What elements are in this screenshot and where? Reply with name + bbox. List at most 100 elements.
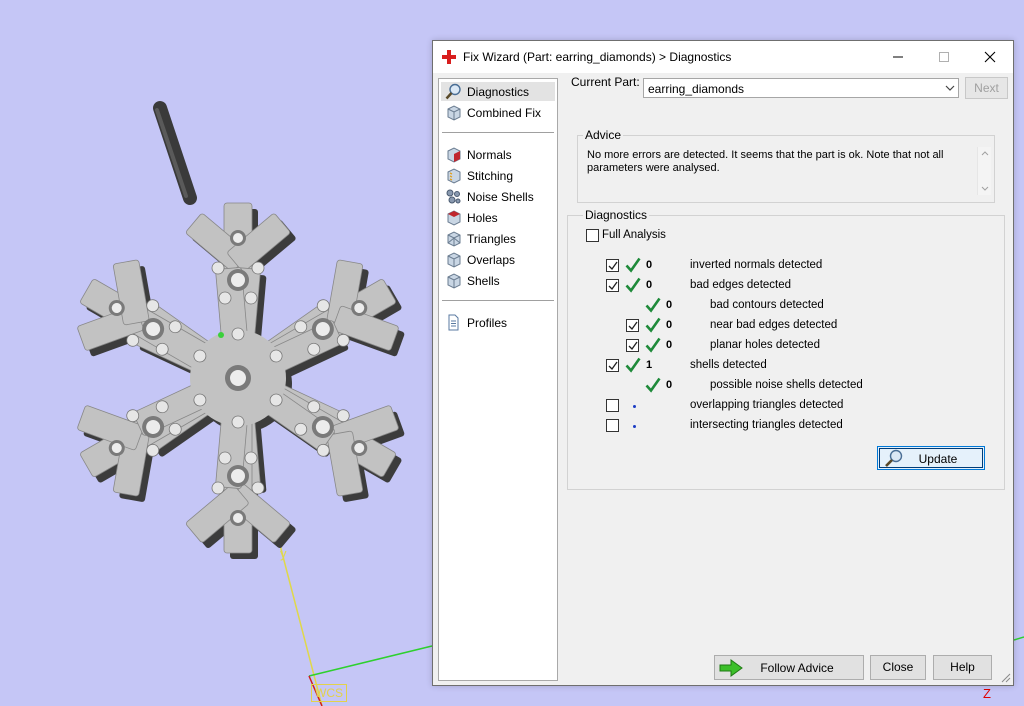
- planar-holes-checkbox[interactable]: [626, 339, 639, 352]
- nav-item-label: Diagnostics: [467, 85, 530, 99]
- noise-shells-count: 0: [666, 379, 673, 391]
- nav-item-label: Combined Fix: [467, 106, 542, 120]
- chevron-down-icon: [945, 85, 955, 91]
- snowflake-part[interactable]: [37, 202, 445, 559]
- close-window-button[interactable]: [967, 41, 1013, 73]
- near-bad-edges-count: 0: [666, 319, 673, 331]
- checkmark-icon: [608, 261, 618, 271]
- holes-cube-icon: [447, 210, 461, 226]
- checkmark-icon: [608, 281, 618, 291]
- nav-item-label: Holes: [467, 211, 498, 225]
- nav-item-diagnostics[interactable]: Diagnostics: [441, 82, 555, 101]
- dialog-title: Fix Wizard (Part: earring_diamonds) > Di…: [463, 50, 732, 64]
- diagnostics-title: Diagnostics: [583, 208, 650, 222]
- nav-item-profiles[interactable]: Profiles: [441, 313, 555, 332]
- nav-item-holes[interactable]: Holes: [441, 208, 555, 227]
- maximize-icon: [939, 52, 949, 62]
- overlaps-cube-icon: [447, 252, 461, 268]
- checkmark-icon: [628, 341, 638, 351]
- document-icon: [448, 314, 459, 331]
- ok-tick-icon: [645, 297, 661, 313]
- pending-dot-icon: [633, 425, 636, 428]
- bad-edges-checkbox[interactable]: [606, 279, 619, 292]
- fix-wizard-dialog: Fix Wizard (Part: earring_diamonds) > Di…: [432, 40, 1014, 686]
- resize-grip-icon[interactable]: [999, 671, 1011, 683]
- ok-tick-icon: [625, 277, 641, 293]
- follow-advice-button[interactable]: Follow Advice: [714, 655, 864, 680]
- current-part-select[interactable]: earring_diamonds: [643, 78, 959, 98]
- near-bad-edges-label: near bad edges detected: [710, 319, 838, 331]
- planar-holes-label: planar holes detected: [710, 339, 820, 351]
- red-cross-icon: [442, 50, 456, 64]
- pending-dot-icon: [633, 405, 636, 408]
- scroll-down-icon[interactable]: [981, 186, 989, 191]
- close-icon: [984, 51, 996, 63]
- nav-item-label: Normals: [467, 148, 512, 162]
- normals-cube-icon: [447, 147, 461, 163]
- pivot-marker: [218, 332, 224, 338]
- noise-shells-label: possible noise shells detected: [710, 379, 863, 391]
- maximize-button[interactable]: [921, 41, 967, 73]
- ok-tick-icon: [645, 317, 661, 333]
- stitching-cube-icon: [447, 168, 461, 184]
- nav-item-label: Triangles: [467, 232, 516, 246]
- nav-separator: [442, 300, 554, 301]
- intersecting-triangles-label: intersecting triangles detected: [690, 419, 843, 431]
- x-axis-line-far: [1013, 636, 1024, 641]
- nav-item-label: Stitching: [467, 169, 514, 183]
- nav-item-normals[interactable]: Normals: [441, 145, 555, 164]
- planar-holes-count: 0: [666, 339, 673, 351]
- follow-advice-label: Follow Advice: [760, 661, 834, 675]
- nav-item-triangles[interactable]: Triangles: [441, 229, 555, 248]
- checkmark-icon: [608, 361, 618, 371]
- ok-tick-icon: [625, 357, 641, 373]
- y-axis-line: [279, 544, 323, 706]
- nav-separator: [442, 132, 554, 133]
- minimize-button[interactable]: [875, 41, 921, 73]
- nav-item-combined-fix[interactable]: Combined Fix: [441, 103, 555, 122]
- hanger-pin: [153, 101, 197, 205]
- z-axis-label: Z: [983, 686, 991, 701]
- bad-edges-count: 0: [646, 279, 653, 291]
- nav-item-shells[interactable]: Shells: [441, 271, 555, 290]
- advice-title: Advice: [583, 128, 624, 142]
- next-button[interactable]: Next: [965, 77, 1008, 99]
- magnifier-icon: [885, 449, 903, 467]
- nav-item-label: Shells: [467, 274, 500, 288]
- near-bad-edges-checkbox[interactable]: [626, 319, 639, 332]
- nav-item-overlaps[interactable]: Overlaps: [441, 250, 555, 269]
- title-bar[interactable]: Fix Wizard (Part: earring_diamonds) > Di…: [433, 41, 1013, 73]
- full-analysis-checkbox[interactable]: [586, 229, 599, 242]
- update-button[interactable]: Update: [877, 446, 985, 470]
- bad-contours-label: bad contours detected: [710, 299, 824, 311]
- help-button[interactable]: Help: [933, 655, 992, 680]
- wcs-label: WCS: [311, 684, 347, 702]
- nav-item-label: Noise Shells: [467, 190, 534, 204]
- green-arrow-icon: [719, 659, 743, 677]
- overlapping-triangles-checkbox[interactable]: [606, 399, 619, 412]
- shells-count: 1: [646, 359, 653, 371]
- ok-tick-icon: [645, 337, 661, 353]
- scroll-up-icon[interactable]: [981, 151, 989, 156]
- shells-label: shells detected: [690, 359, 767, 371]
- bad-contours-count: 0: [666, 299, 673, 311]
- ok-tick-icon: [645, 377, 661, 393]
- shells-checkbox[interactable]: [606, 359, 619, 372]
- nav-item-label: Profiles: [467, 316, 508, 330]
- advice-text: No more errors are detected. It seems th…: [587, 149, 944, 174]
- shells-cube-icon: [447, 273, 461, 289]
- close-button[interactable]: Close: [870, 655, 926, 680]
- advice-scrollbar[interactable]: [977, 147, 991, 195]
- noise-shells-icon: [446, 189, 461, 204]
- nav-item-stitching[interactable]: Stitching: [441, 166, 555, 185]
- inverted-normals-checkbox[interactable]: [606, 259, 619, 272]
- cube-icon: [447, 105, 461, 121]
- y-axis-label: y: [280, 546, 287, 561]
- minimize-icon: [893, 56, 903, 58]
- x-axis-line: [308, 645, 433, 677]
- overlapping-triangles-label: overlapping triangles detected: [690, 399, 844, 411]
- nav-item-noise-shells[interactable]: Noise Shells: [441, 187, 555, 206]
- current-part-label: Current Part:: [571, 75, 640, 89]
- intersecting-triangles-checkbox[interactable]: [606, 419, 619, 432]
- magnifier-icon: [445, 83, 461, 100]
